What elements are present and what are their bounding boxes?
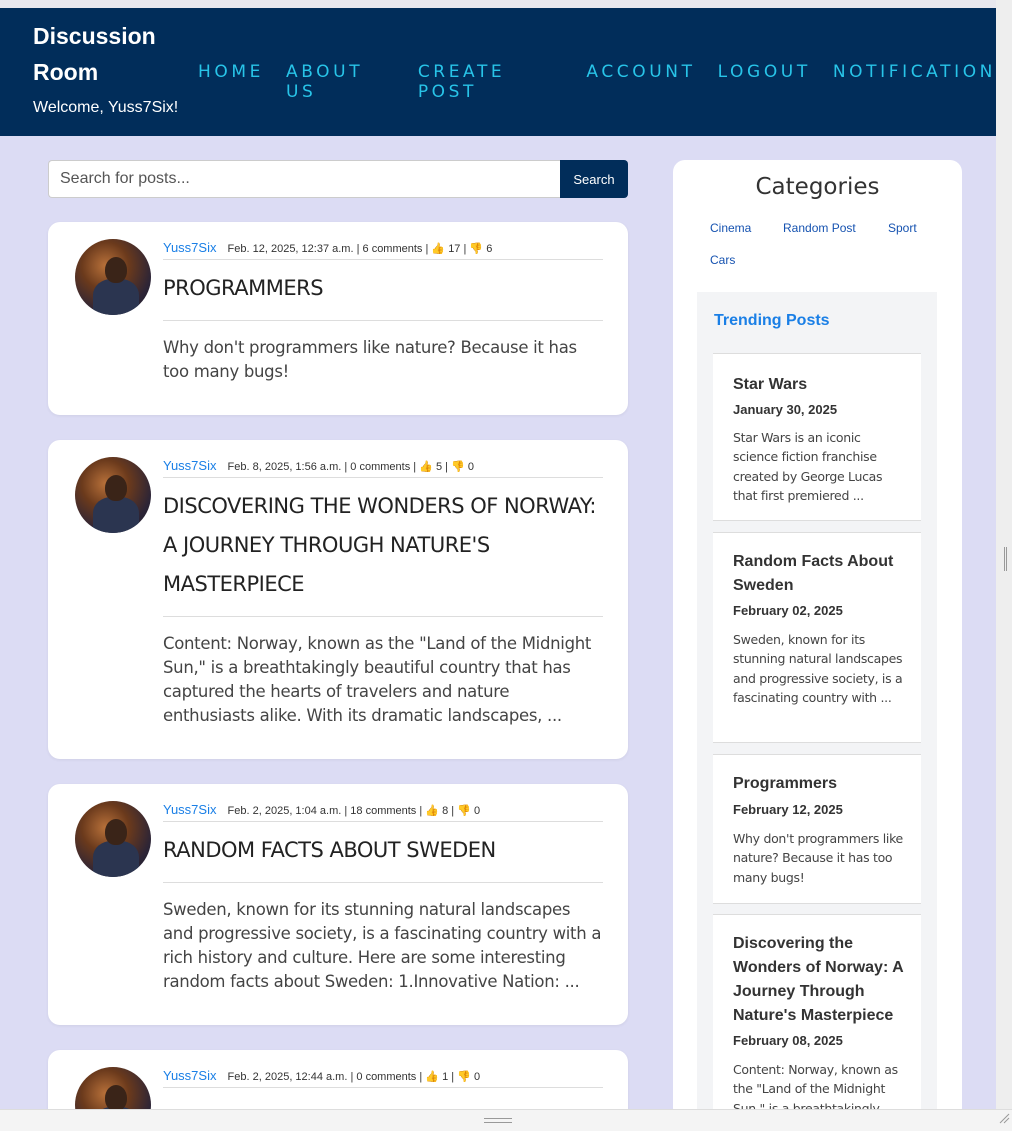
post-excerpt: Content: Norway, known as the "Land of t… [163, 634, 592, 725]
categories-title: Categories [755, 174, 880, 200]
post-author[interactable]: Yuss7Six [163, 1068, 216, 1083]
welcome-text: Welcome, Yuss7Six! [33, 99, 179, 116]
thumbs-down-icon: 👎 [469, 243, 484, 255]
post-comments: 0 comments [356, 1071, 417, 1083]
post-excerpt: Sweden, known for its stunning natural l… [163, 900, 602, 991]
nav-account[interactable]: ACCOUNT [586, 62, 695, 102]
post-date: Feb. 12, 2025, 12:37 a.m. [227, 243, 354, 255]
post-excerpt: Why don't programmers like nature? Becau… [163, 338, 577, 381]
search-input[interactable] [48, 160, 560, 198]
post-dislikes: 0 [467, 461, 474, 473]
post-likes: 17 [448, 243, 461, 255]
brand-line-1: Discussion [33, 23, 156, 49]
post-comments: 18 comments [350, 805, 417, 817]
avatar[interactable] [75, 239, 151, 315]
category-link-cars[interactable]: Cars [710, 253, 735, 267]
post-meta: Yuss7Six Feb. 8, 2025, 1:56 a.m. | 0 com… [163, 458, 603, 478]
category-link-sport[interactable]: Sport [888, 221, 917, 235]
site-brand[interactable]: Discussion Room [33, 18, 183, 90]
post-dislikes: 0 [473, 805, 481, 817]
category-link-cinema[interactable]: Cinema [710, 221, 751, 235]
sidebar: Categories Cinema Random Post Sport Cars… [673, 160, 962, 1120]
trending-panel: Trending Posts Star Wars January 30, 202… [697, 292, 937, 1120]
post-card[interactable]: Yuss7Six Feb. 2, 2025, 1:04 a.m. | 18 co… [48, 784, 628, 1025]
thumbs-down-icon: 👎 [457, 1071, 471, 1083]
trending-item-excerpt: Star Wars is an iconic science fiction f… [733, 430, 883, 503]
nav-logout[interactable]: LOGOUT [718, 62, 811, 102]
search-button[interactable]: Search [560, 160, 628, 198]
avatar[interactable] [75, 801, 151, 877]
trending-item-date: January 30, 2025 [733, 402, 838, 417]
post-dislikes: 6 [486, 243, 493, 255]
post-dislikes: 0 [473, 1071, 481, 1083]
trending-title: Trending Posts [714, 312, 830, 329]
post-likes: 8 [442, 805, 449, 817]
post-title[interactable]: PROGRAMMERS [163, 267, 603, 321]
trending-item-date: February 02, 2025 [733, 603, 843, 618]
post-card[interactable]: Yuss7Six Feb. 8, 2025, 1:56 a.m. | 0 com… [48, 440, 628, 759]
post-author[interactable]: Yuss7Six [163, 802, 216, 817]
search-bar: Search [48, 160, 628, 198]
main-nav: HOME ABOUT US CREATE POST ACCOUNT LOGOUT… [198, 62, 996, 102]
thumbs-up-icon: 👍 [425, 1071, 439, 1083]
trending-item-excerpt: Why don't programmers like nature? Becau… [733, 831, 903, 885]
post-likes: 5 [435, 461, 443, 473]
category-link-random-post[interactable]: Random Post [783, 221, 856, 235]
trending-item-date: February 12, 2025 [733, 802, 843, 817]
post-date: Feb. 2, 2025, 12:44 a.m. [227, 1071, 348, 1083]
nav-home[interactable]: HOME [198, 62, 264, 102]
post-title[interactable]: RANDOM FACTS ABOUT SWEDEN [163, 831, 603, 883]
nav-about-us[interactable]: ABOUT US [286, 62, 396, 102]
post-meta: Yuss7Six Feb. 2, 2025, 12:44 a.m. | 0 co… [163, 1068, 603, 1088]
brand-line-2: Room [33, 59, 99, 85]
post-title[interactable]: DISCOVERING THE WONDERS OF NORWAY: A JOU… [163, 487, 603, 617]
browser-top-strip [0, 0, 1012, 8]
trending-item-title[interactable]: Discovering the Wonders of Norway: A Jou… [733, 932, 908, 1028]
trending-item-title[interactable]: Random Facts About Sweden [733, 550, 908, 598]
site-header: Discussion Room Welcome, Yuss7Six! HOME … [0, 8, 996, 136]
nav-create-post[interactable]: CREATE POST [418, 62, 565, 102]
resize-grip-icon[interactable] [484, 1118, 512, 1123]
thumbs-up-icon: 👍 [419, 461, 433, 473]
trending-item[interactable]: Random Facts About Sweden February 02, 2… [713, 532, 921, 743]
post-date: Feb. 2, 2025, 1:04 a.m. [227, 805, 342, 817]
trending-item-excerpt: Sweden, known for its stunning natural l… [733, 632, 903, 705]
thumbs-up-icon: 👍 [425, 805, 439, 817]
post-meta: Yuss7Six Feb. 12, 2025, 12:37 a.m. | 6 c… [163, 240, 603, 260]
post-comments: 0 comments [350, 461, 411, 473]
post-comments: 6 comments [362, 243, 423, 255]
scrollbar-grip-icon[interactable] [1004, 547, 1007, 571]
trending-item[interactable]: Programmers February 12, 2025 Why don't … [713, 754, 921, 904]
post-card[interactable]: Yuss7Six Feb. 12, 2025, 12:37 a.m. | 6 c… [48, 222, 628, 415]
avatar[interactable] [75, 457, 151, 533]
corner-resize-icon[interactable] [998, 1112, 1010, 1124]
trending-item-title[interactable]: Star Wars [733, 373, 908, 397]
nav-notification[interactable]: NOTIFICATION [833, 62, 996, 102]
thumbs-up-icon: 👍 [431, 243, 446, 255]
post-date: Feb. 8, 2025, 1:56 a.m. [227, 461, 342, 473]
trending-item-date: February 08, 2025 [733, 1033, 843, 1048]
post-likes: 1 [442, 1071, 449, 1083]
thumbs-down-icon: 👎 [451, 461, 465, 473]
thumbs-down-icon: 👎 [457, 805, 471, 817]
trending-item[interactable]: Discovering the Wonders of Norway: A Jou… [713, 914, 921, 1120]
trending-item[interactable]: Star Wars January 30, 2025 Star Wars is … [713, 353, 921, 521]
trending-item-title[interactable]: Programmers [733, 772, 908, 796]
post-meta: Yuss7Six Feb. 2, 2025, 1:04 a.m. | 18 co… [163, 802, 603, 822]
post-author[interactable]: Yuss7Six [163, 240, 216, 255]
post-author[interactable]: Yuss7Six [163, 458, 216, 473]
